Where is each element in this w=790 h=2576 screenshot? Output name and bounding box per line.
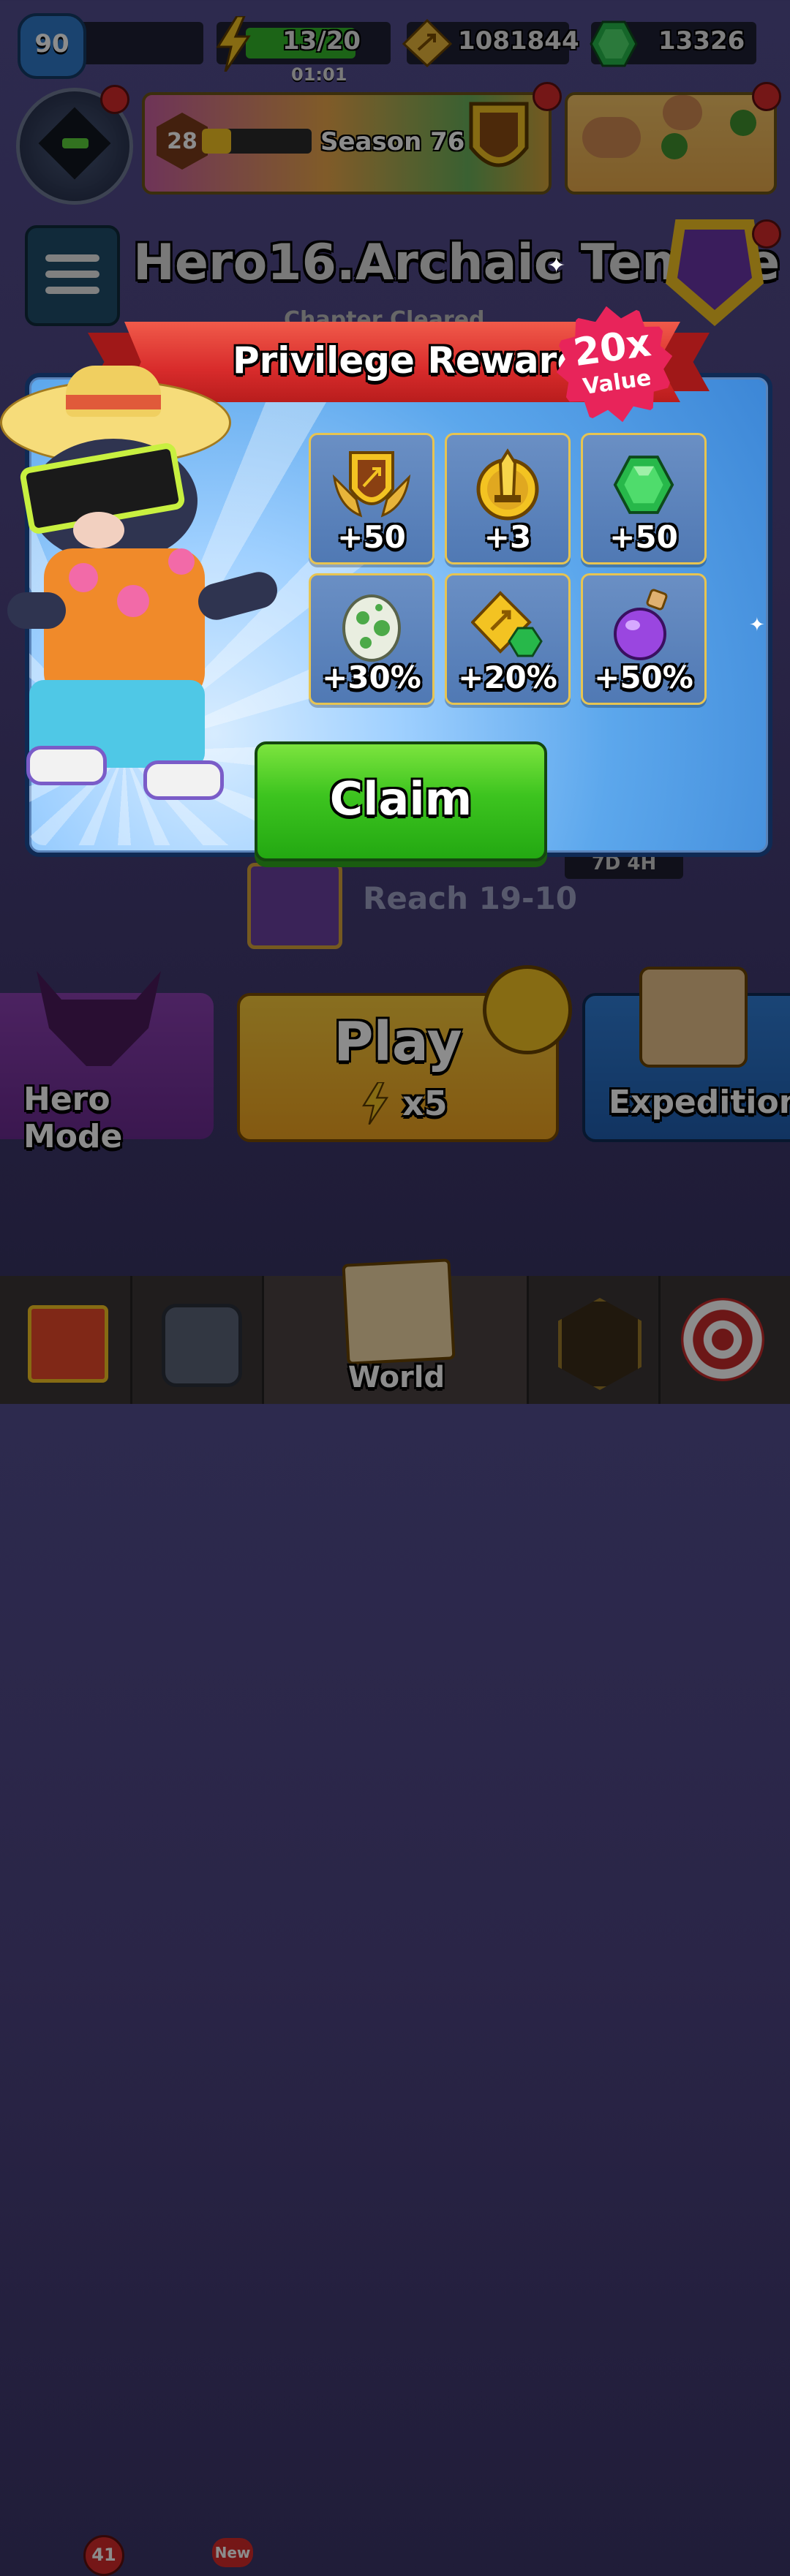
lightning-icon — [216, 16, 251, 72]
level-badge: 90 — [18, 13, 86, 79]
equipment-new-label: New — [214, 2544, 251, 2561]
world-label: World — [347, 1361, 445, 1394]
cat-arm-left — [7, 592, 66, 629]
nav-shop[interactable] — [0, 1276, 130, 1404]
reward-amount: +30% — [322, 660, 421, 695]
lightning-icon — [361, 1082, 389, 1125]
season-card[interactable]: 28 Season 76 — [142, 92, 552, 194]
bottom-nav: 41 New World — [0, 1258, 790, 2576]
shop-badge: 41 — [83, 2535, 124, 2576]
map-notification-dot — [752, 82, 781, 111]
reward-tile: +3 — [445, 433, 571, 564]
energy-timer: 01:01 — [291, 64, 347, 85]
reward-tile: +50 — [309, 433, 434, 564]
season-level: 28 — [167, 129, 198, 154]
hero-mode-button[interactable]: Hero Mode — [0, 971, 214, 1155]
armor-icon — [162, 1304, 242, 1387]
season-progress — [202, 129, 312, 154]
reward-amount: +50% — [594, 660, 693, 695]
guild-notification-dot — [752, 219, 781, 249]
sword-medal-icon — [476, 448, 539, 521]
reward-amount: +3 — [484, 519, 532, 555]
world-map-icon — [342, 1258, 456, 1365]
potion-icon — [614, 589, 668, 660]
season-level-hex: 28 — [157, 113, 208, 170]
avatar-notification-dot — [100, 85, 129, 114]
reward-tile: +20% — [445, 573, 571, 705]
gems-value: 13326 — [658, 26, 745, 56]
sparkle-icon: ✦ — [749, 614, 765, 636]
chest-icon[interactable] — [247, 863, 342, 949]
energy-value: 13/20 — [282, 26, 361, 56]
hero-mode-label: Hero Mode — [23, 1081, 123, 1155]
map-card[interactable] — [565, 92, 777, 194]
modal-title: Privilege Rewards — [233, 339, 605, 382]
coin-gem-icon — [471, 591, 543, 657]
target-icon — [681, 1298, 764, 1381]
play-cost: x5 — [402, 1084, 448, 1123]
season-label: Season 76 — [320, 127, 465, 156]
nav-challenges[interactable] — [658, 1276, 790, 1404]
sparkle-icon: ✦ — [547, 253, 566, 279]
gem-icon — [590, 20, 638, 67]
nav-world[interactable]: World — [262, 1258, 529, 1404]
menu-button[interactable] — [25, 225, 120, 326]
cat-arm-right — [194, 567, 282, 624]
season-shield-icon — [469, 102, 529, 167]
reward-tile: +30% — [309, 573, 434, 705]
bull-skull-icon — [37, 971, 161, 1066]
guild-shield-button[interactable] — [666, 219, 764, 326]
egg-icon — [342, 594, 401, 662]
hamburger-icon — [45, 254, 99, 294]
reward-tile: +50 — [581, 433, 707, 564]
season-notification-dot — [533, 82, 562, 111]
coins-value: 1081844 — [458, 26, 579, 56]
reward-amount: +50 — [609, 519, 678, 555]
chest-goal: Reach 19-10 — [363, 880, 577, 916]
gem-icon — [613, 456, 674, 514]
map-magnifier-icon — [639, 967, 748, 1068]
season-shield-icon — [332, 451, 411, 518]
claim-button[interactable]: Claim — [255, 741, 547, 861]
claim-label: Claim — [329, 772, 473, 826]
expedition-button[interactable]: Expedition — [582, 967, 790, 1142]
level-value: 90 — [34, 29, 69, 58]
reward-amount: +50 — [337, 519, 406, 555]
nav-upgrade[interactable] — [527, 1276, 661, 1404]
chest-icon — [28, 1305, 108, 1383]
reward-amount: +20% — [458, 660, 557, 695]
reward-tile: +50% — [581, 573, 707, 705]
sword-medal-icon[interactable] — [483, 965, 572, 1054]
coin-icon — [402, 19, 452, 67]
upgrade-arrow-icon — [558, 1298, 642, 1390]
nav-equipment[interactable] — [130, 1276, 264, 1404]
cat-mascot — [0, 366, 285, 804]
expedition-label: Expedition — [609, 1084, 790, 1121]
shop-badge-count: 41 — [91, 2545, 116, 2565]
equipment-new-badge: New — [212, 2538, 253, 2567]
